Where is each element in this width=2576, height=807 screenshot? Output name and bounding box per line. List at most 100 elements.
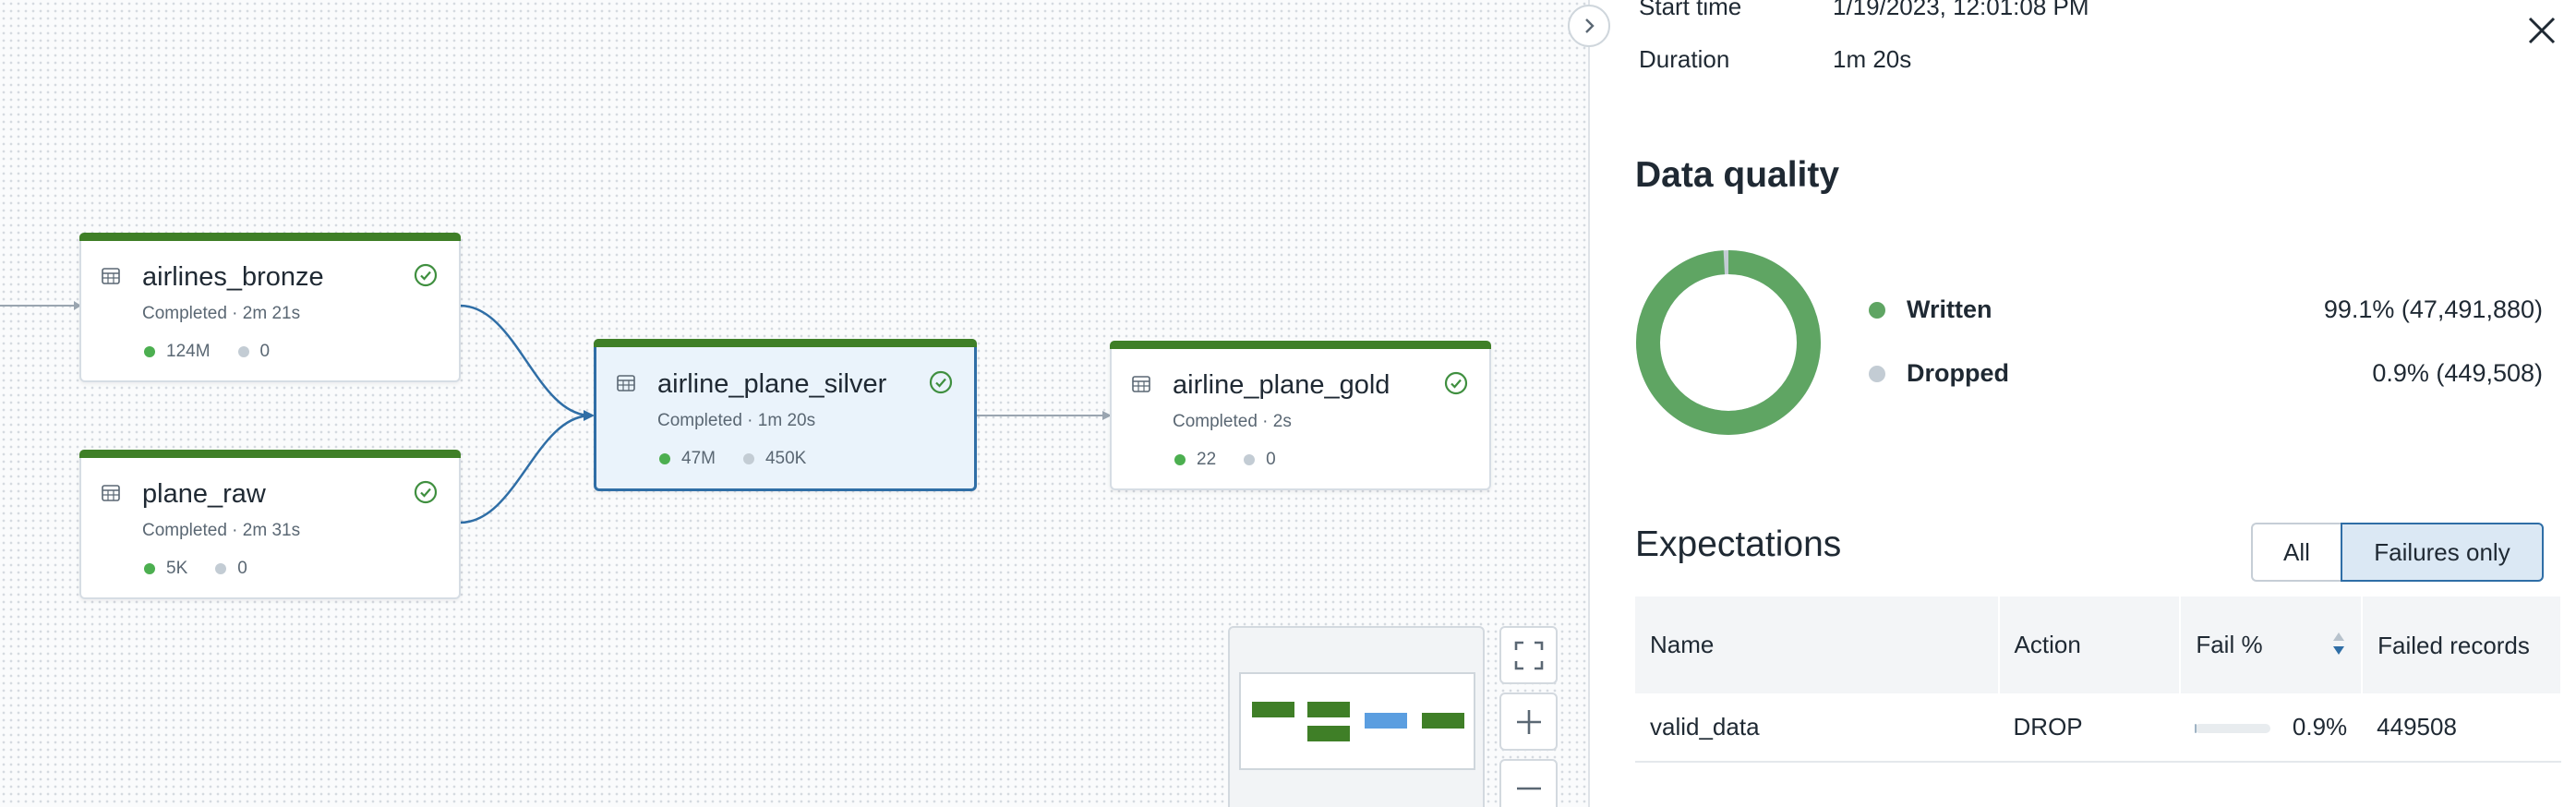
node-title: plane_raw (142, 479, 266, 509)
fail-pct-value: 0.9% (2292, 713, 2348, 741)
check-circle-icon (414, 480, 438, 504)
data-quality-donut-chart (1636, 250, 1821, 435)
fit-view-button[interactable] (1499, 626, 1558, 684)
minimap-node (1422, 713, 1464, 729)
written-dot (144, 563, 155, 574)
expectation-action: DROP (1998, 693, 2181, 763)
written-dot (659, 453, 670, 464)
donut-segment-written (1636, 250, 1821, 435)
sort-icon (2333, 632, 2345, 655)
column-header-name[interactable]: Name (1635, 596, 2000, 693)
node-stats: 124M 0 (144, 342, 270, 362)
table-icon (102, 485, 120, 501)
written-count: 124M (166, 342, 211, 361)
table-icon (102, 268, 120, 284)
written-count: 5K (166, 559, 188, 578)
minimap-node (1252, 702, 1294, 717)
filter-all-button[interactable]: All (2251, 523, 2341, 582)
fail-pct-bar-fill (2195, 724, 2197, 734)
start-time-value: 1/19/2023, 12:01:08 PM (1833, 0, 2089, 20)
edge-raw-silver (459, 414, 592, 524)
close-button[interactable] (2522, 11, 2561, 50)
written-value: 99.1% (47,491,880) (2323, 295, 2543, 323)
legend-written: Written 99.1% (47,491,880) (1869, 295, 2543, 324)
fail-pct-header-label: Fail % (2196, 631, 2263, 658)
close-icon (2528, 17, 2556, 44)
dropped-count: 450K (764, 449, 807, 468)
dropped-dot (237, 346, 249, 357)
node-status-bar (594, 339, 977, 347)
table-icon (617, 375, 635, 391)
expectation-fail-pct-cell: 0.9% (2180, 693, 2363, 763)
duration-row: Duration 1m 20s (1639, 45, 1911, 74)
node-title: airlines_bronze (142, 262, 324, 292)
node-title: airline_plane_gold (1173, 370, 1390, 400)
minimap-viewport[interactable] (1239, 672, 1475, 770)
written-count: 47M (681, 449, 716, 468)
node-subtitle: Completed · 2m 21s (142, 304, 301, 323)
graph-node-plane-raw[interactable]: plane_raw Completed · 2m 31s 5K 0 (79, 450, 461, 599)
chevron-right-icon (1585, 18, 1595, 33)
graph-node-airline-plane-silver[interactable]: airline_plane_silver Completed · 1m 20s … (594, 339, 977, 491)
dropped-dot (742, 453, 754, 464)
zoom-in-button[interactable] (1499, 693, 1558, 751)
minimap-node (1307, 702, 1350, 717)
fit-view-icon (1514, 641, 1543, 669)
check-circle-icon (929, 370, 953, 394)
table-icon (1132, 376, 1150, 392)
dropped-count: 0 (259, 342, 271, 361)
node-stats: 47M 450K (659, 449, 806, 469)
dropped-label: Dropped (1907, 359, 2009, 387)
node-subtitle: Completed · 1m 20s (657, 411, 816, 430)
written-legend-dot (1869, 301, 1885, 319)
node-subtitle: Completed · 2m 31s (142, 521, 301, 540)
minimap-node-selected (1365, 713, 1407, 729)
table-header-row: Name Action Fail % Failed records (1635, 596, 2562, 693)
dropped-value: 0.9% (449,508) (2372, 359, 2543, 387)
node-stats: 5K 0 (144, 559, 247, 579)
dropped-count: 0 (237, 559, 247, 578)
failed-records-value: 449508 (2362, 693, 2561, 763)
minimap[interactable] (1228, 626, 1485, 807)
edge-bronze-silver (459, 304, 592, 417)
fail-pct-bar (2195, 724, 2271, 734)
dropped-count: 0 (1266, 450, 1276, 469)
column-header-fail-pct[interactable]: Fail % (2180, 596, 2364, 693)
expectations-filter: All Failures only (2251, 523, 2544, 582)
graph-node-airline-plane-gold[interactable]: airline_plane_gold Completed · 2s 22 0 (1110, 341, 1491, 490)
graph-node-airlines-bronze[interactable]: airlines_bronze Completed · 2m 21s 124M … (79, 233, 461, 382)
check-circle-icon (1444, 371, 1468, 395)
node-stats: 22 0 (1174, 450, 1276, 470)
details-panel: Start time 1/19/2023, 12:01:08 PM Durati… (1588, 0, 2576, 807)
column-header-action[interactable]: Action (1998, 596, 2182, 693)
duration-value: 1m 20s (1833, 45, 1912, 73)
written-dot (144, 346, 155, 357)
start-time-row: Start time 1/19/2023, 12:01:08 PM (1639, 0, 2089, 21)
node-status-bar (79, 450, 461, 458)
node-status-bar (1110, 341, 1491, 349)
minimap-node (1307, 726, 1350, 741)
written-dot (1174, 454, 1186, 465)
written-count: 22 (1197, 450, 1217, 469)
dropped-dot (1244, 454, 1256, 465)
collapse-panel-button[interactable] (1568, 5, 1610, 47)
expectation-name: valid_data (1635, 693, 1999, 763)
column-header-failed-records[interactable]: Failed records (2362, 596, 2562, 693)
legend-dropped: Dropped 0.9% (449,508) (1869, 359, 2543, 388)
expectations-table: Name Action Fail % Failed records valid_… (1635, 596, 2562, 763)
node-status-bar (79, 233, 461, 241)
duration-label: Duration (1639, 45, 1730, 73)
node-subtitle: Completed · 2s (1173, 412, 1292, 431)
expectations-title: Expectations (1635, 524, 1842, 564)
dropped-legend-dot (1869, 365, 1885, 382)
pipeline-graph-canvas[interactable]: airlines_bronze Completed · 2m 21s 124M … (0, 0, 1588, 807)
table-row[interactable]: valid_data DROP 0.9% 449508 (1635, 693, 2561, 763)
node-title: airline_plane_silver (657, 369, 887, 399)
written-label: Written (1907, 295, 1992, 323)
plus-icon (1516, 709, 1541, 734)
start-time-label: Start time (1639, 0, 1742, 20)
zoom-out-button[interactable] (1499, 759, 1558, 807)
filter-failures-only-button[interactable]: Failures only (2341, 523, 2544, 582)
minus-icon (1516, 787, 1541, 789)
dropped-dot (215, 563, 227, 574)
